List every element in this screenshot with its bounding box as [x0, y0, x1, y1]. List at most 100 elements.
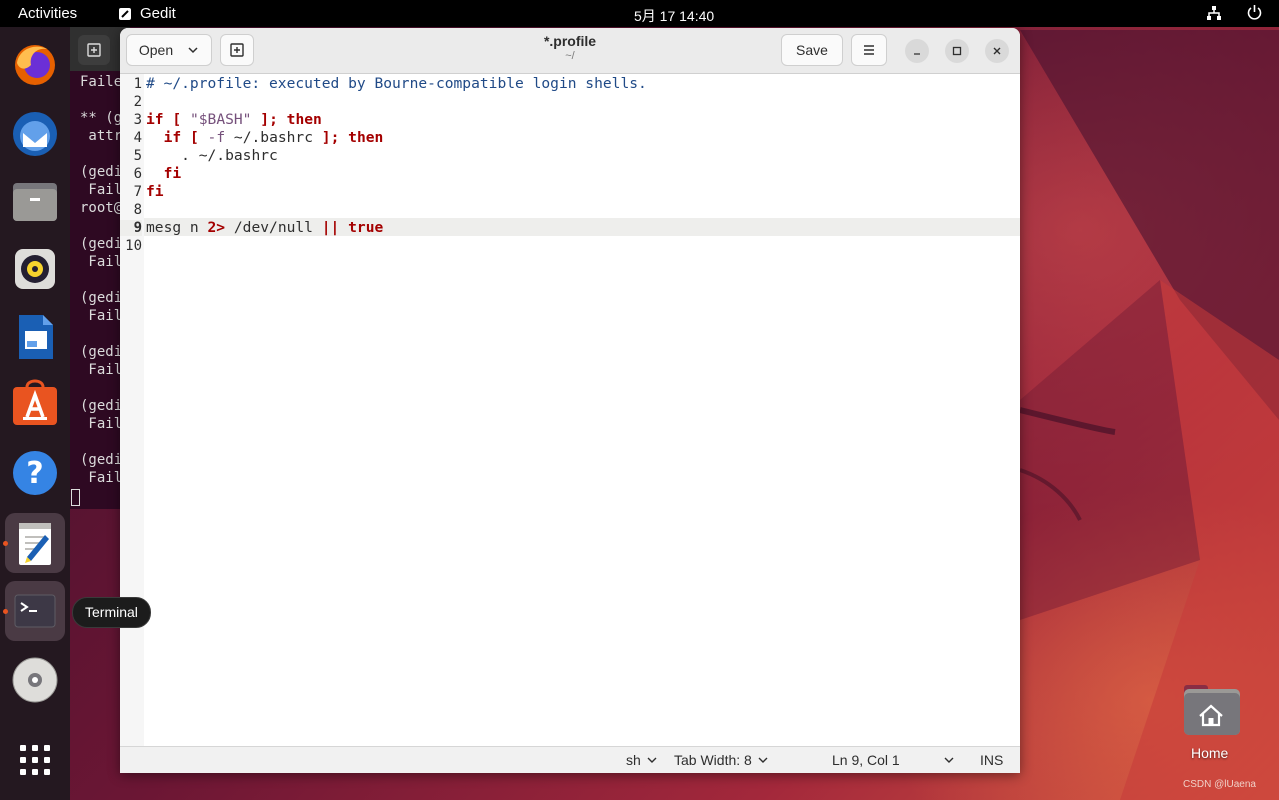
- operator: 2>: [207, 219, 226, 236]
- line-number: 7: [133, 184, 142, 200]
- operator: ||: [321, 219, 340, 236]
- dock-writer[interactable]: [5, 307, 65, 367]
- gedit-window[interactable]: Open *.profile ~/ Save 1 2 3 4 5 6 7 8 9…: [120, 28, 1020, 773]
- document-title: *.profile: [543, 33, 597, 49]
- keyword: if: [146, 111, 164, 128]
- dock-text-editor[interactable]: [5, 513, 65, 573]
- terminal-output-line: (gedi: [80, 164, 123, 180]
- dock-show-apps[interactable]: [5, 730, 65, 790]
- terminal-icon: [14, 594, 56, 628]
- app-name: Gedit: [140, 5, 176, 22]
- dock-disc[interactable]: [5, 649, 65, 709]
- firefox-icon: [15, 45, 55, 85]
- desktop-home-folder[interactable]: [1182, 683, 1240, 742]
- keyword: then: [348, 129, 384, 146]
- disc-icon: [12, 657, 58, 703]
- close-icon: [993, 47, 1001, 55]
- operator: [: [189, 129, 199, 146]
- command-text: mesg n: [146, 219, 199, 236]
- path-text: /dev/null: [233, 219, 313, 236]
- maximize-button[interactable]: [945, 39, 969, 63]
- save-button[interactable]: Save: [781, 34, 843, 66]
- line-number: 4: [133, 130, 142, 146]
- hamburger-menu-icon: [864, 45, 874, 55]
- power-icon[interactable]: [1246, 4, 1263, 21]
- main-menu-button[interactable]: [851, 34, 887, 66]
- line-number: 5: [133, 148, 142, 164]
- terminal-output-line: (gedi: [80, 452, 123, 468]
- operator: ];: [321, 129, 340, 146]
- clock[interactable]: 5月 17 14:40: [634, 6, 714, 26]
- keyword: true: [348, 219, 384, 236]
- keyword: fi: [163, 165, 182, 182]
- code-line-5: . ~/.bashrc: [146, 147, 278, 164]
- dock: ?: [0, 27, 70, 800]
- show-apps-icon: [20, 745, 50, 775]
- tab-width-selector[interactable]: Tab Width: 8: [674, 752, 768, 768]
- files-icon: [13, 183, 57, 221]
- terminal-output-line: (gedi: [80, 236, 123, 252]
- dock-files[interactable]: [5, 171, 65, 231]
- text-editor-running-indicator: [3, 541, 8, 546]
- code-line-7: fi: [146, 183, 164, 200]
- activities-button[interactable]: Activities: [18, 5, 77, 22]
- rhythmbox-icon: [15, 249, 55, 289]
- line-number: 2: [133, 94, 142, 110]
- string: "$BASH": [189, 111, 252, 128]
- operator: [: [172, 111, 182, 128]
- text-editor-icon: [19, 523, 51, 565]
- keyword: fi: [146, 183, 164, 200]
- watermark: CSDN @lUaena: [1183, 779, 1256, 790]
- keyword: then: [286, 111, 322, 128]
- code-line-9: mesg n 2> /dev/null || true: [146, 219, 383, 236]
- chevron-down-icon: [188, 47, 198, 54]
- app-center-icon: [13, 379, 57, 425]
- comment: # ~/.profile: executed by Bourne-compati…: [146, 75, 647, 92]
- help-icon: ?: [13, 451, 57, 495]
- cursor-position-selector[interactable]: Ln 9, Col 1: [832, 752, 954, 768]
- terminal-output-line: (gedi: [80, 344, 123, 360]
- new-document-button[interactable]: [220, 34, 254, 66]
- app-menu[interactable]: Gedit: [118, 5, 176, 22]
- terminal-output-line: (gedi: [80, 398, 123, 414]
- terminal-output-line: Faile: [80, 74, 123, 90]
- dock-help[interactable]: ?: [5, 441, 65, 501]
- new-tab-icon: [230, 43, 244, 57]
- status-bar: sh Tab Width: 8 Ln 9, Col 1 INS: [120, 746, 1020, 773]
- path-text: ~/.bashrc: [233, 129, 313, 146]
- save-button-label: Save: [796, 42, 828, 58]
- line-number-gutter: 1 2 3 4 5 6 7 8 9 10: [120, 74, 144, 746]
- operator: ];: [260, 111, 278, 128]
- dock-app-center[interactable]: [5, 373, 65, 433]
- insert-mode-label: INS: [980, 752, 1004, 768]
- top-bar: Activities Gedit 5月 17 14:40: [0, 0, 1279, 27]
- line-number: 3: [133, 112, 142, 128]
- title-block: *.profile ~/: [470, 33, 670, 62]
- home-folder-icon: [1184, 685, 1240, 735]
- svg-text:?: ?: [26, 456, 43, 491]
- network-icon[interactable]: [1206, 5, 1222, 21]
- dock-terminal[interactable]: [5, 581, 65, 641]
- dock-thunderbird[interactable]: [5, 103, 65, 163]
- text-editor-area[interactable]: 1 2 3 4 5 6 7 8 9 10 # ~/.profile: execu…: [120, 74, 1020, 746]
- gedit-app-icon: [119, 7, 131, 20]
- language-selector[interactable]: sh: [626, 752, 657, 768]
- document-path: ~/: [565, 50, 575, 62]
- line-number: 10: [125, 238, 142, 254]
- dock-firefox[interactable]: [5, 35, 65, 95]
- keyword: if: [163, 129, 182, 146]
- close-button[interactable]: [985, 39, 1009, 63]
- insert-mode-indicator[interactable]: INS: [980, 752, 1003, 768]
- line-number: 1: [133, 76, 142, 92]
- tab-width-label: Tab Width: 8: [674, 752, 752, 768]
- minimize-icon: [914, 53, 920, 55]
- line-number: 8: [133, 202, 142, 218]
- open-button[interactable]: Open: [126, 34, 212, 66]
- minimize-button[interactable]: [905, 39, 929, 63]
- libreoffice-writer-icon: [19, 315, 53, 359]
- terminal-tooltip: Terminal: [72, 597, 151, 628]
- code-line-1: # ~/.profile: executed by Bourne-compati…: [146, 75, 647, 92]
- dock-rhythmbox[interactable]: [5, 239, 65, 299]
- terminal-new-tab-button[interactable]: [78, 35, 110, 65]
- new-tab-icon: [87, 43, 101, 57]
